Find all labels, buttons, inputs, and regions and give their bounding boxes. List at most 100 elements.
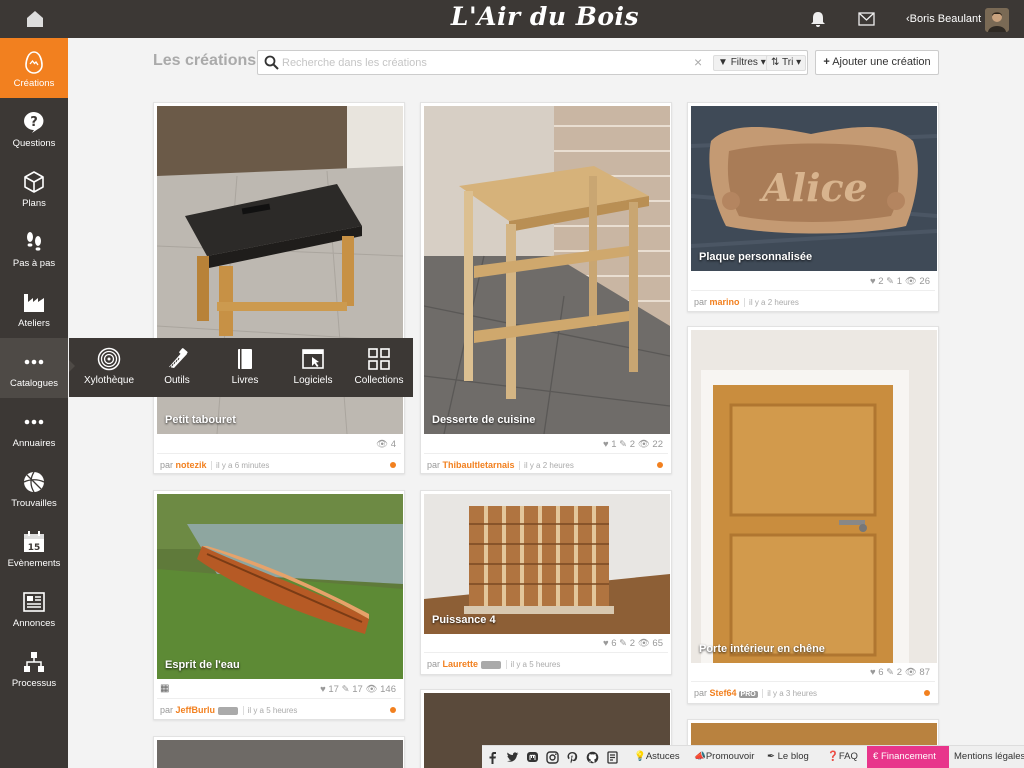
footer-link-mentions[interactable]: Mentions légales — [954, 751, 1024, 762]
mail-icon[interactable] — [858, 12, 875, 26]
creation-title[interactable]: Porte intérieur en chêne — [699, 643, 825, 655]
footer-link-blog[interactable]: ✒ Le blog — [767, 751, 809, 762]
creation-card[interactable]: Alice Plaque personnalisée ♥ 2 ✎ 1 👁 26 … — [687, 102, 939, 312]
views-count: 22 — [652, 439, 663, 450]
sort-icon: ⇅ — [771, 57, 780, 68]
grid-icon — [368, 348, 390, 370]
collection-grid-icon[interactable]: ▦ — [160, 683, 169, 694]
flyout-item-livres[interactable]: Livres — [210, 338, 280, 397]
search-icon[interactable] — [264, 55, 279, 70]
creation-title[interactable]: Plaque personnalisée — [699, 251, 812, 263]
likes-count: 6 — [878, 667, 884, 678]
creation-meta: par Laurette il y a 5 heures — [427, 659, 561, 669]
creation-title[interactable]: Desserte de cuisine — [432, 414, 535, 426]
time-ago: il y a 6 minutes — [211, 461, 270, 470]
footer-link-financement[interactable]: € Financement — [867, 746, 949, 768]
add-creation-label: Ajouter une création — [832, 56, 931, 68]
mastodon-icon[interactable] — [526, 751, 539, 764]
sidebar-item-plans[interactable]: Plans — [0, 158, 68, 218]
flyout-item-label: Logiciels — [293, 375, 333, 386]
footer-link-faq[interactable]: ❓FAQ — [827, 751, 858, 762]
views-count: 65 — [652, 638, 663, 649]
creation-card[interactable]: Esprit de l'eau ▦ ♥ 17 ✎ 17 👁 146 par Je… — [153, 490, 405, 720]
time-ago: il y a 3 heures — [762, 689, 818, 698]
creation-card[interactable]: Desserte de cuisine ♥ 1 ✎ 2 👁 22 par Thi… — [420, 102, 672, 474]
footer-link-label: Promouvoir — [705, 751, 755, 762]
bell-icon[interactable] — [809, 11, 827, 28]
sort-label: Tri — [782, 57, 794, 68]
creation-image[interactable]: Porte intérieur en chêne — [691, 330, 937, 663]
author-link[interactable]: Laurette — [443, 659, 479, 669]
instagram-icon[interactable] — [546, 751, 559, 764]
creation-image[interactable]: Esprit de l'eau — [157, 494, 403, 679]
blog-feed-icon[interactable] — [606, 751, 619, 764]
flyout-item-xylotheque[interactable]: Xylothèque — [74, 338, 144, 397]
creation-card[interactable]: Petit tabouret 👁 4 par notezik il y a 6 … — [153, 102, 405, 474]
search-input[interactable] — [282, 54, 682, 71]
creation-image[interactable]: Alice Plaque personnalisée — [691, 106, 937, 271]
heart-icon: ♥ — [320, 684, 326, 695]
filters-button[interactable]: ▼ Filtres ▾ — [713, 55, 771, 71]
sidebar-item-catalogues[interactable]: Catalogues — [0, 338, 68, 398]
sidebar-item-annonces[interactable]: Annonces — [0, 578, 68, 638]
new-indicator-dot — [390, 707, 396, 713]
euro-icon: € — [873, 751, 879, 762]
sidebar-item-processus[interactable]: Processus — [0, 638, 68, 698]
calendar-day: 15 — [28, 543, 41, 553]
eye-icon: 👁 — [376, 439, 389, 450]
pinterest-icon[interactable] — [566, 751, 579, 764]
wood-rings-icon — [97, 347, 121, 371]
flyout-item-logiciels[interactable]: Logiciels — [278, 338, 348, 397]
sort-button[interactable]: ⇅ Tri ▾ — [766, 55, 807, 71]
comments-count: 2 — [896, 667, 903, 678]
views-count: 87 — [919, 667, 930, 678]
clear-search-icon[interactable]: × — [694, 54, 702, 70]
sidebar-item-questions[interactable]: ? Questions — [0, 98, 68, 158]
sidebar-item-trouvailles[interactable]: Trouvailles — [0, 458, 68, 518]
creation-stats: ♥ 6 ✎ 2 👁 87 — [870, 667, 930, 678]
user-menu[interactable]: ‹Boris Beaulant — [906, 13, 981, 25]
creation-image[interactable] — [157, 740, 403, 768]
flow-icon — [24, 652, 44, 672]
footer-link-promouvoir[interactable]: 📣Promouvoir — [694, 751, 754, 762]
creation-title[interactable]: Puissance 4 — [432, 614, 496, 626]
dots-icon — [24, 419, 44, 425]
heart-icon: ♥ — [869, 667, 876, 678]
creation-card[interactable]: Porte intérieur en chêne ♥ 6 ✎ 2 👁 87 pa… — [687, 326, 939, 704]
creation-title[interactable]: Petit tabouret — [165, 414, 236, 426]
creation-image[interactable]: Puissance 4 — [424, 494, 670, 634]
add-creation-button[interactable]: + Ajouter une création — [815, 50, 939, 75]
creation-image[interactable]: Desserte de cuisine — [424, 106, 670, 434]
creation-title[interactable]: Esprit de l'eau — [165, 659, 240, 671]
likes-count: 1 — [611, 439, 617, 450]
flyout-item-outils[interactable]: Outils — [142, 338, 212, 397]
sidebar-item-creations[interactable]: Créations — [0, 38, 68, 98]
github-icon[interactable] — [586, 751, 599, 764]
svg-text:Alice: Alice — [759, 165, 868, 210]
comments-count: 1 — [896, 276, 903, 287]
help-circle-icon: ❓ — [827, 751, 839, 762]
sidebar-item-evenements[interactable]: 15 Evènements — [0, 518, 68, 578]
views-count: 26 — [919, 276, 930, 287]
creation-card[interactable] — [153, 736, 405, 768]
footer-link-astuces[interactable]: 💡Astuces — [634, 751, 680, 762]
new-indicator-dot — [390, 462, 396, 468]
sidebar-item-pas-a-pas[interactable]: Pas à pas — [0, 218, 68, 278]
footer-link-label: FAQ — [838, 751, 858, 762]
facebook-icon[interactable] — [486, 751, 499, 764]
twitter-icon[interactable] — [506, 751, 519, 764]
creation-meta: par Thibaultletarnais il y a 2 heures — [427, 460, 574, 470]
author-link[interactable]: JeffBurlu — [176, 705, 216, 715]
sidebar-item-ateliers[interactable]: Ateliers — [0, 278, 68, 338]
question-icon: ? — [24, 112, 44, 133]
sidebar-item-label: Pas à pas — [12, 258, 56, 269]
author-link[interactable]: Thibaultletarnais — [443, 460, 515, 470]
author-link[interactable]: marino — [710, 297, 740, 307]
creation-card[interactable]: Puissance 4 ♥ 6 ✎ 2 👁 65 par Laurette il… — [420, 490, 672, 675]
avatar[interactable] — [985, 8, 1009, 32]
flyout-item-collections[interactable]: Collections — [344, 338, 414, 397]
sidebar-item-annuaires[interactable]: Annuaires — [0, 398, 68, 458]
sidebar-item-label: Annuaires — [12, 438, 56, 449]
author-link[interactable]: notezik — [176, 460, 207, 470]
author-link[interactable]: Stef64 — [710, 688, 737, 698]
